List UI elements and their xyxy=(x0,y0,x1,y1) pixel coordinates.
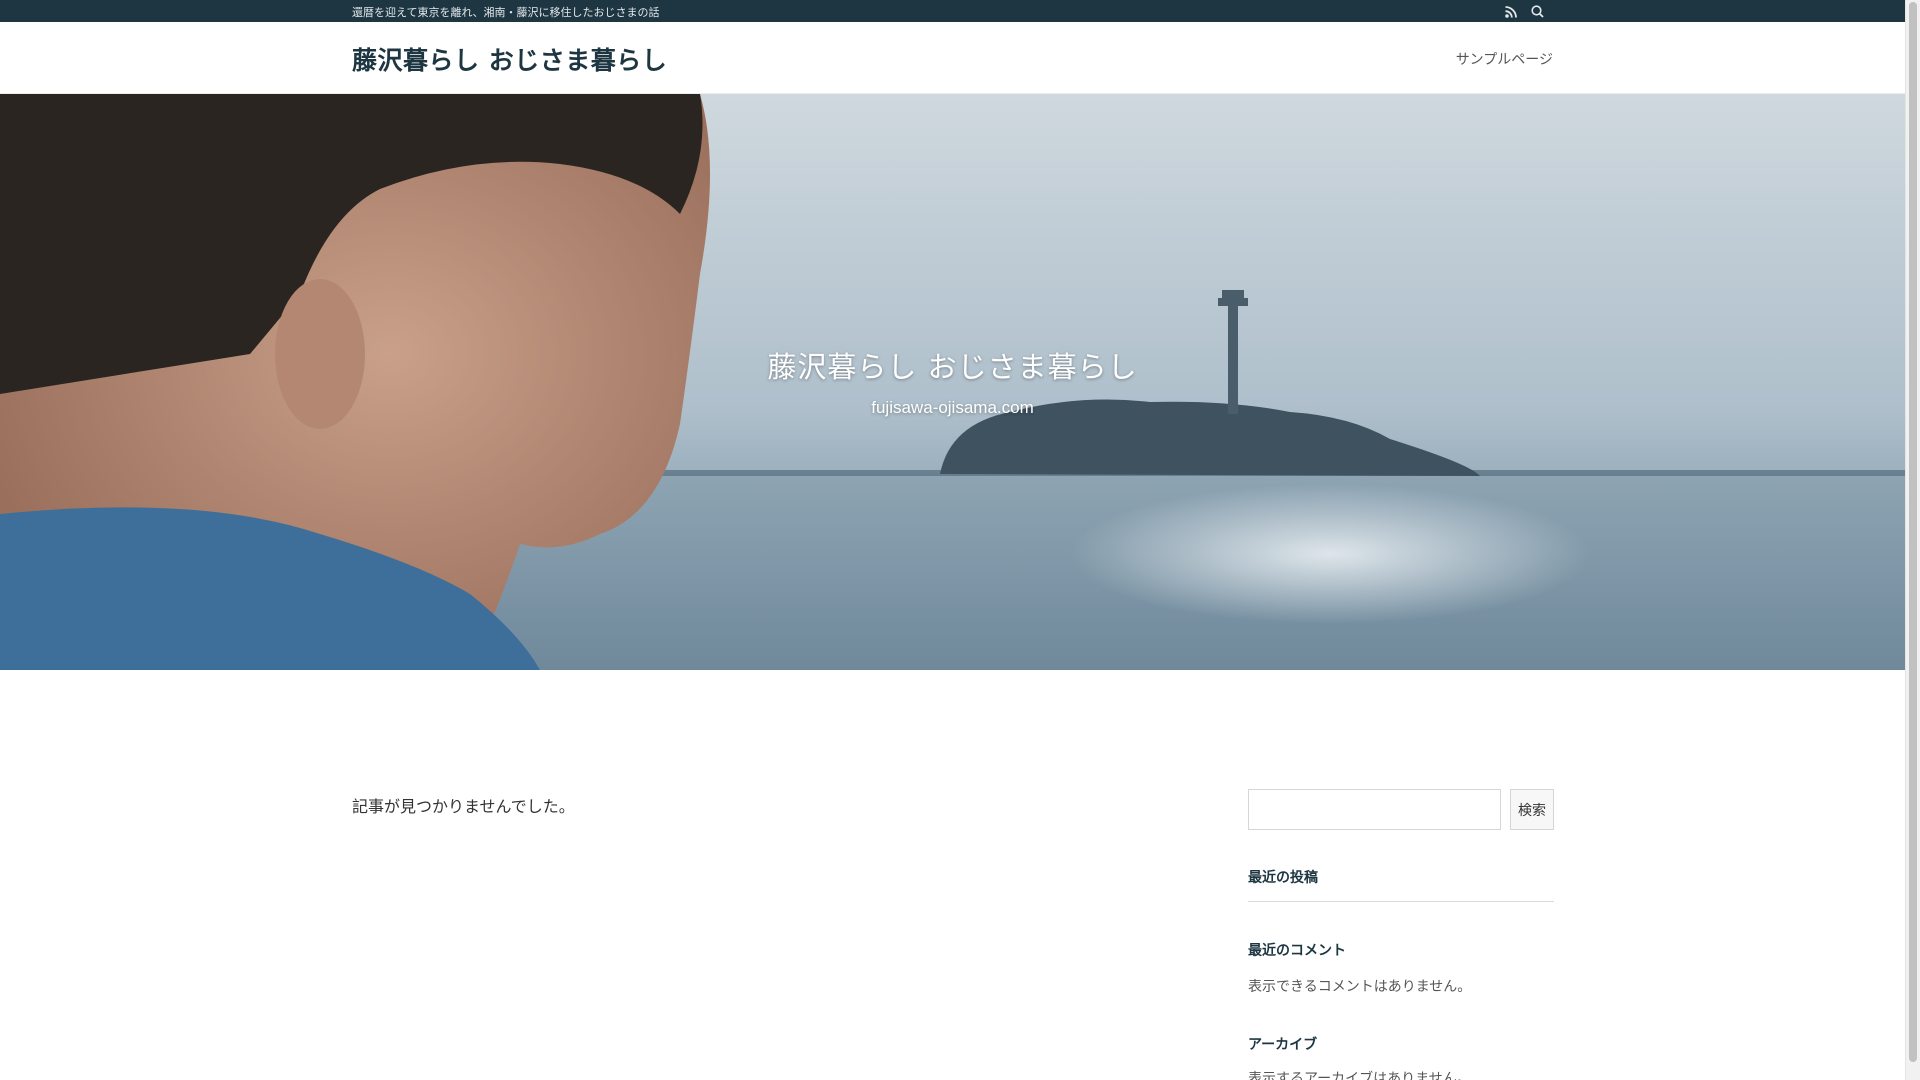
hero-subtitle: fujisawa-ojisama.com xyxy=(871,398,1034,417)
site-header: 藤沢暮らし おじさま暮らし サンプルページ xyxy=(0,22,1905,94)
hero-title: 藤沢暮らし おじさま暮らし xyxy=(767,350,1138,384)
search-button[interactable]: 検索 xyxy=(1510,789,1554,830)
recent-comments-empty: 表示できるコメントはありません。 xyxy=(1248,979,1472,995)
archives-empty: 表示するアーカイブはありません。 xyxy=(1248,1071,1471,1080)
hero-banner: 藤沢暮らし おじさま暮らし fujisawa-ojisama.com xyxy=(0,94,1905,670)
sidebar: 検索 最近の投稿 最近のコメント 表示できるコメントはありません。 アーカイブ … xyxy=(1248,789,1554,1080)
recent-posts-title: 最近の投稿 xyxy=(1248,870,1318,886)
recent-posts-widget: 最近の投稿 xyxy=(1248,867,1554,902)
top-bar-icons xyxy=(1503,3,1546,20)
nav-item-sample-page[interactable]: サンプルページ xyxy=(1456,49,1553,69)
search-input[interactable] xyxy=(1248,789,1501,830)
top-bar: 還暦を迎えて東京を離れ、湘南・藤沢に移住したおじさまの話 xyxy=(0,0,1905,22)
page-scrollbar[interactable] xyxy=(1905,0,1920,1080)
search-widget: 検索 xyxy=(1248,789,1554,830)
scrollbar-thumb[interactable] xyxy=(1909,2,1917,1062)
page: 還暦を迎えて東京を離れ、湘南・藤沢に移住したおじさまの話 藤沢暮らし おじさま暮… xyxy=(0,0,1920,1080)
site-tagline: 還暦を迎えて東京を離れ、湘南・藤沢に移住したおじさまの話 xyxy=(352,6,660,19)
no-posts-message: 記事が見つかりませんでした。 xyxy=(352,797,575,816)
search-icon[interactable] xyxy=(1529,3,1546,20)
recent-comments-title: 最近のコメント xyxy=(1248,943,1346,959)
rss-icon[interactable] xyxy=(1503,3,1520,20)
site-title-link[interactable]: 藤沢暮らし おじさま暮らし xyxy=(352,41,667,77)
archives-title: アーカイブ xyxy=(1248,1037,1318,1053)
